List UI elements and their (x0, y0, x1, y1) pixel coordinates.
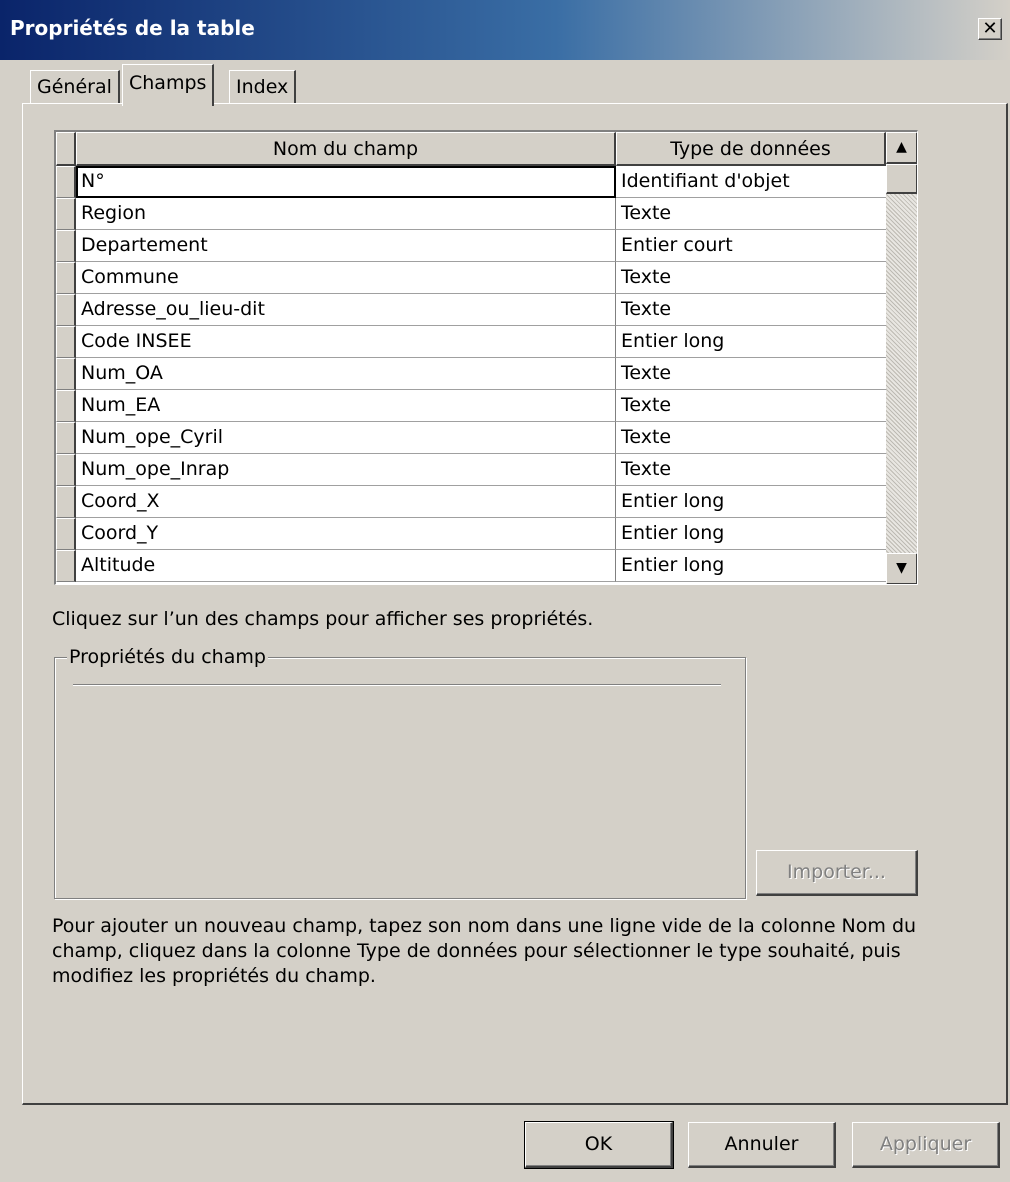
data-type-cell[interactable]: Entier long (616, 550, 886, 582)
data-type-cell[interactable]: Entier long (616, 486, 886, 518)
field-name-cell[interactable]: N° (76, 166, 616, 198)
scroll-down-arrow-icon: ▼ (896, 560, 907, 576)
title-bar: Propriétés de la table ✕ (0, 0, 1010, 60)
row-selector[interactable] (56, 454, 76, 486)
ok-button[interactable]: OK (524, 1121, 674, 1169)
table-row[interactable]: Altitude Entier long (56, 550, 886, 582)
tab-index-label: Index (236, 76, 289, 98)
window-title: Propriétés de la table (10, 16, 255, 40)
grid-vertical-scrollbar[interactable]: ▲ ▼ (886, 132, 917, 584)
tab-general-label: Général (37, 76, 112, 98)
field-name-cell[interactable]: Region (76, 198, 616, 230)
field-name-cell[interactable]: Num_EA (76, 390, 616, 422)
data-type-cell[interactable]: Texte (616, 358, 886, 390)
column-header-data-type[interactable]: Type de données (616, 132, 886, 166)
row-selector[interactable] (56, 294, 76, 326)
data-type-cell[interactable]: Texte (616, 262, 886, 294)
table-row[interactable]: Coord_X Entier long (56, 486, 886, 518)
cancel-button[interactable]: Annuler (688, 1122, 836, 1168)
fields-grid[interactable]: Nom du champ Type de données N° Identifia… (54, 130, 918, 585)
header-corner (56, 132, 76, 166)
row-selector[interactable] (56, 166, 76, 198)
field-name-cell[interactable]: Departement (76, 230, 616, 262)
table-row[interactable]: Region Texte (56, 198, 886, 230)
data-type-cell[interactable]: Entier long (616, 326, 886, 358)
scroll-down-button[interactable]: ▼ (886, 553, 917, 584)
table-row[interactable]: N° Identifiant d'objet (56, 166, 886, 198)
table-row[interactable]: Departement Entier court (56, 230, 886, 262)
field-name-cell[interactable]: Num_OA (76, 358, 616, 390)
row-selector[interactable] (56, 230, 76, 262)
data-type-cell[interactable]: Texte (616, 454, 886, 486)
data-type-cell[interactable]: Entier court (616, 230, 886, 262)
field-name-cell[interactable]: Altitude (76, 550, 616, 582)
row-selector[interactable] (56, 358, 76, 390)
scroll-thumb[interactable] (886, 164, 917, 194)
data-type-cell[interactable]: Identifiant d'objet (616, 166, 886, 198)
field-name-cell[interactable]: Num_ope_Inrap (76, 454, 616, 486)
field-properties-legend: Propriétés du champ (67, 646, 268, 668)
scroll-up-button[interactable]: ▲ (886, 132, 917, 164)
table-row[interactable]: Commune Texte (56, 262, 886, 294)
tab-general[interactable]: Général (30, 70, 120, 103)
row-selector[interactable] (56, 486, 76, 518)
tab-champs-label: Champs (129, 72, 207, 94)
row-selector[interactable] (56, 550, 76, 582)
field-name-cell[interactable]: Commune (76, 262, 616, 294)
field-name-cell[interactable]: Coord_X (76, 486, 616, 518)
hint-text: Cliquez sur l’un des champs pour affiche… (52, 608, 594, 630)
field-name-cell[interactable]: Num_ope_Cyril (76, 422, 616, 454)
field-name-cell[interactable]: Adresse_ou_lieu-dit (76, 294, 616, 326)
close-icon: ✕ (982, 18, 998, 39)
field-name-cell[interactable]: Coord_Y (76, 518, 616, 550)
row-selector[interactable] (56, 518, 76, 550)
field-properties-group: Propriétés du champ (54, 646, 746, 899)
table-row[interactable]: Code INSEE Entier long (56, 326, 886, 358)
row-selector[interactable] (56, 422, 76, 454)
field-name-cell[interactable]: Code INSEE (76, 326, 616, 358)
row-selector[interactable] (56, 390, 76, 422)
data-type-cell[interactable]: Entier long (616, 518, 886, 550)
data-type-cell[interactable]: Texte (616, 198, 886, 230)
table-row[interactable]: Num_OA Texte (56, 358, 886, 390)
row-selector[interactable] (56, 198, 76, 230)
row-selector[interactable] (56, 326, 76, 358)
table-row[interactable]: Adresse_ou_lieu-dit Texte (56, 294, 886, 326)
data-type-cell[interactable]: Texte (616, 294, 886, 326)
scroll-up-arrow-icon: ▲ (896, 139, 907, 155)
column-header-field-name[interactable]: Nom du champ (76, 132, 616, 166)
grid-header: Nom du champ Type de données (56, 132, 886, 166)
close-button[interactable]: ✕ (978, 18, 1002, 40)
table-row[interactable]: Num_ope_Inrap Texte (56, 454, 886, 486)
table-row[interactable]: Num_ope_Cyril Texte (56, 422, 886, 454)
apply-button[interactable]: Appliquer (852, 1122, 1000, 1168)
import-button[interactable]: Importer... (756, 850, 918, 896)
tab-champs[interactable]: Champs (122, 64, 215, 106)
tab-index[interactable]: Index (229, 70, 297, 103)
data-type-cell[interactable]: Texte (616, 422, 886, 454)
field-properties-divider (73, 684, 721, 686)
data-type-cell[interactable]: Texte (616, 390, 886, 422)
row-selector[interactable] (56, 262, 76, 294)
table-row[interactable]: Num_EA Texte (56, 390, 886, 422)
table-row[interactable]: Coord_Y Entier long (56, 518, 886, 550)
help-text: Pour ajouter un nouveau champ, tapez son… (52, 915, 917, 987)
